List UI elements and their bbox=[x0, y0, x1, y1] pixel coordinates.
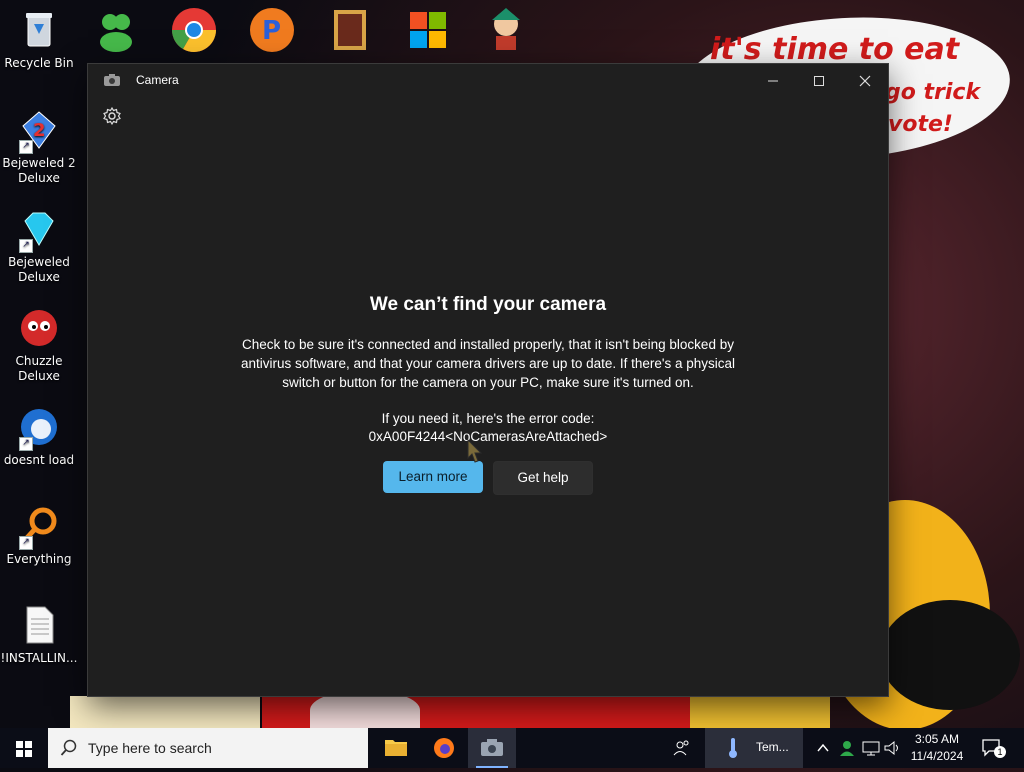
desktop-icon-chrome[interactable] bbox=[170, 6, 218, 58]
wallpaper-text-3: vote! bbox=[888, 112, 953, 137]
clock-date: 11/4/2024 bbox=[910, 749, 964, 763]
taskbar-file-explorer[interactable] bbox=[372, 728, 420, 768]
thermometer-icon bbox=[729, 738, 737, 758]
desktop-icon-messenger[interactable] bbox=[92, 6, 140, 58]
error-code-label: If you need it, here's the error code: bbox=[381, 411, 595, 426]
windows-start-icon bbox=[16, 741, 32, 757]
desktop-icon-game-p[interactable]: P bbox=[248, 6, 296, 58]
error-description: Check to be sure it's connected and inst… bbox=[240, 337, 736, 390]
gear-icon bbox=[103, 106, 121, 126]
window-title: Camera bbox=[136, 73, 179, 87]
recycle-bin-icon bbox=[17, 8, 61, 52]
folder-icon bbox=[385, 740, 407, 756]
windows-logo-icon bbox=[410, 12, 446, 48]
desktop-icon-thunderbird[interactable]: ↗ doesnt load bbox=[0, 405, 78, 468]
people-icon[interactable] bbox=[672, 738, 692, 758]
maximize-button[interactable] bbox=[796, 64, 842, 98]
game-p-icon: P bbox=[250, 8, 294, 52]
desktop-icon-recycle-bin[interactable]: Recycle Bin bbox=[0, 8, 78, 71]
wallpaper-striped-dome bbox=[310, 690, 420, 730]
desktop-icon-installing[interactable]: !INSTALLIN... bbox=[0, 603, 78, 666]
taskbar-weather[interactable]: Tem... bbox=[705, 728, 803, 768]
desktop-icon-game-book[interactable] bbox=[330, 6, 370, 58]
close-button[interactable] bbox=[842, 64, 888, 98]
chrome-icon bbox=[172, 8, 216, 52]
weather-text: Tem... bbox=[756, 740, 789, 754]
desktop-icon-chuzzle[interactable]: Chuzzle Deluxe bbox=[0, 306, 78, 384]
error-code: 0xA00F4244<NoCamerasAreAttached> bbox=[368, 429, 608, 444]
notification-badge: 1 bbox=[994, 746, 1006, 758]
desktop-icon-label: Bejeweled 2 Deluxe bbox=[2, 156, 76, 185]
desktop-icon-everything[interactable]: ↗ Everything bbox=[0, 504, 78, 567]
character-icon bbox=[492, 8, 520, 50]
chuzzle-icon bbox=[17, 306, 61, 350]
camera-window[interactable]: Camera We can’t find your camera Check t… bbox=[88, 64, 888, 696]
taskbar: Type here to search Tem... 3:05 AM 11/4/… bbox=[0, 728, 1024, 768]
svg-text:P: P bbox=[262, 16, 281, 46]
text-file-icon bbox=[17, 603, 61, 647]
wallpaper-yellow-strip bbox=[70, 696, 260, 730]
desktop-icon-label: Bejeweled Deluxe bbox=[8, 255, 70, 284]
close-icon bbox=[859, 75, 871, 87]
desktop-icon-label: Everything bbox=[6, 552, 72, 566]
button-row: Learn more Get help bbox=[88, 461, 888, 495]
thunderbird-icon: ↗ bbox=[17, 405, 61, 451]
desktop-icon-label: doesnt load bbox=[3, 453, 75, 467]
maximize-icon bbox=[814, 76, 824, 86]
magnifier-icon: ↗ bbox=[17, 504, 61, 550]
mouse-cursor-icon bbox=[467, 438, 483, 463]
settings-button[interactable] bbox=[102, 106, 122, 126]
svg-text:2: 2 bbox=[33, 120, 46, 141]
firefox-icon bbox=[434, 738, 454, 758]
learn-more-button[interactable]: Learn more bbox=[383, 461, 483, 493]
gem-icon: ↗ bbox=[17, 207, 61, 253]
camera-icon bbox=[104, 74, 120, 86]
network-icon[interactable] bbox=[862, 740, 880, 756]
notification-center-button[interactable]: 1 bbox=[980, 736, 1006, 760]
minimize-button[interactable] bbox=[750, 64, 796, 98]
get-help-button[interactable]: Get help bbox=[493, 461, 593, 495]
taskbar-camera[interactable] bbox=[468, 728, 516, 768]
taskbar-firefox[interactable] bbox=[420, 728, 468, 768]
error-panel: We can’t find your camera Check to be su… bbox=[88, 294, 888, 495]
minimize-icon bbox=[768, 80, 778, 82]
camera-icon bbox=[481, 739, 503, 756]
chevron-up-icon[interactable] bbox=[816, 741, 830, 755]
bejeweled-2-icon: 2 ↗ bbox=[17, 108, 61, 154]
messenger-icon bbox=[100, 14, 132, 52]
desktop-icon-bejeweled-2[interactable]: 2 ↗ Bejeweled 2 Deluxe bbox=[0, 108, 78, 186]
desktop-icon-bejeweled[interactable]: ↗ Bejeweled Deluxe bbox=[0, 207, 78, 285]
error-headline: We can’t find your camera bbox=[369, 294, 607, 315]
start-button[interactable] bbox=[0, 728, 48, 768]
clock-time: 3:05 AM bbox=[914, 732, 960, 746]
title-bar[interactable]: Camera bbox=[88, 64, 888, 98]
desktop-icon-windows-security[interactable] bbox=[406, 6, 450, 58]
taskbar-search-box[interactable]: Type here to search bbox=[48, 728, 368, 768]
wallpaper-yellow-strip-2 bbox=[690, 696, 830, 730]
volume-icon[interactable] bbox=[884, 740, 902, 756]
wallpaper-text-2: go trick bbox=[885, 80, 981, 105]
wallpaper-dark-shape bbox=[880, 600, 1020, 710]
user-status-icon[interactable] bbox=[838, 739, 856, 757]
search-icon bbox=[60, 739, 77, 756]
desktop-icon-label: Recycle Bin bbox=[4, 56, 74, 70]
search-placeholder: Type here to search bbox=[88, 740, 212, 756]
desktop-icon-label: Chuzzle Deluxe bbox=[15, 354, 63, 383]
system-clock[interactable]: 3:05 AM 11/4/2024 bbox=[902, 731, 972, 765]
book-icon bbox=[334, 10, 366, 50]
desktop-icon-label: !INSTALLIN... bbox=[0, 651, 78, 665]
desktop-icon-the-legend[interactable] bbox=[484, 6, 528, 58]
